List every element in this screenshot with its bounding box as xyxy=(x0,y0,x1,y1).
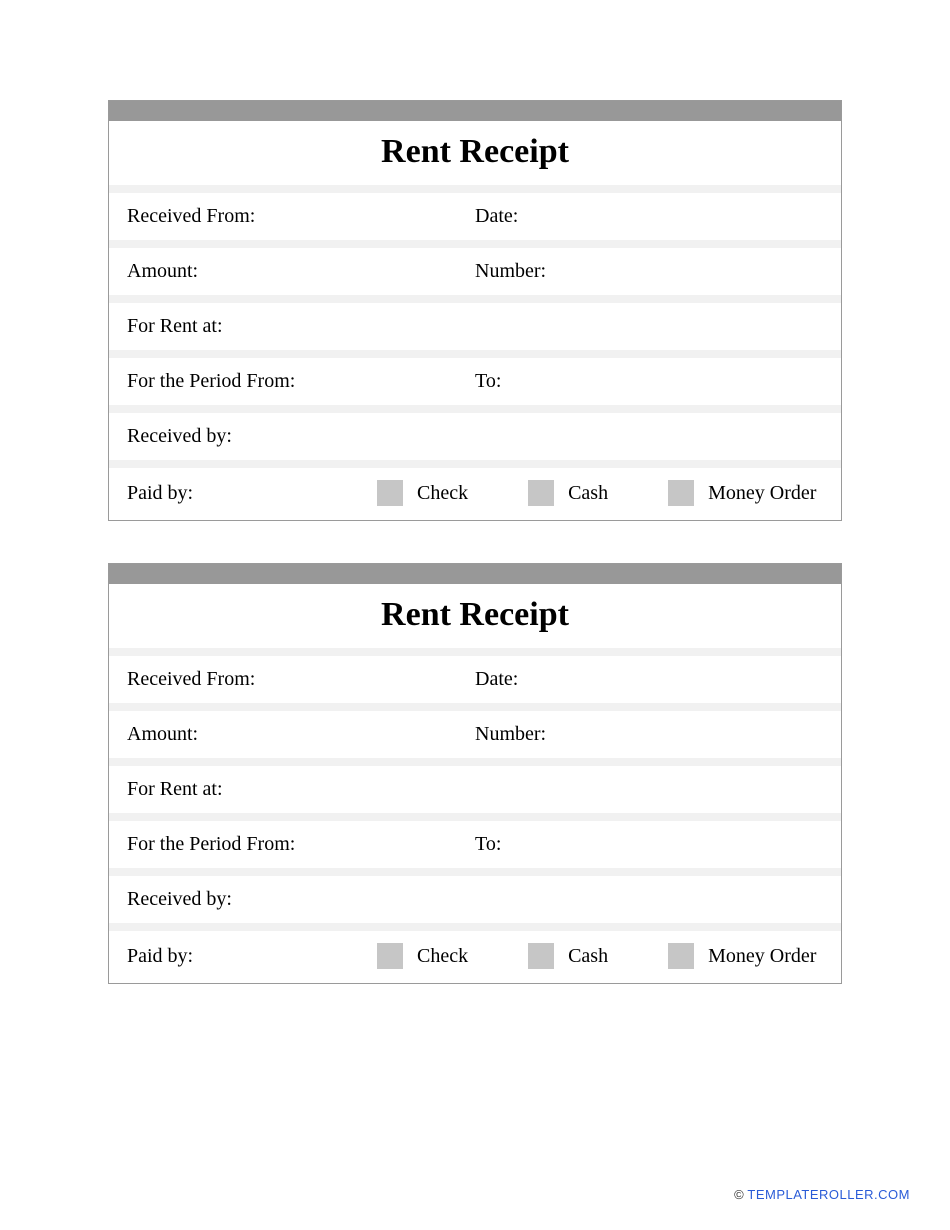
paid-by-label: Paid by: xyxy=(127,482,377,505)
receipt-header-bar xyxy=(109,564,841,584)
row-received-from: Received From: Date: xyxy=(109,193,841,240)
option-money-order-label: Money Order xyxy=(708,945,816,968)
row-gap xyxy=(109,648,841,656)
row-amount: Amount: Number: xyxy=(109,711,841,758)
amount-label: Amount: xyxy=(127,723,475,746)
date-label: Date: xyxy=(475,205,823,228)
received-by-label: Received by: xyxy=(127,888,475,911)
row-amount: Amount: Number: xyxy=(109,248,841,295)
row-received-from: Received From: Date: xyxy=(109,656,841,703)
row-gap xyxy=(109,868,841,876)
checkbox-money-order[interactable] xyxy=(668,480,694,506)
received-from-label: Received From: xyxy=(127,668,475,691)
row-paid-by: Paid by: Check Cash Money Order xyxy=(109,468,841,520)
receipt-title-row: Rent Receipt xyxy=(109,121,841,185)
option-check: Check xyxy=(377,943,468,969)
option-money-order: Money Order xyxy=(668,943,816,969)
row-gap xyxy=(109,185,841,193)
page: Rent Receipt Received From: Date: Amount… xyxy=(0,0,950,984)
row-gap xyxy=(109,923,841,931)
row-gap xyxy=(109,240,841,248)
checkbox-cash[interactable] xyxy=(528,943,554,969)
option-cash-label: Cash xyxy=(568,945,608,968)
for-rent-at-label: For Rent at: xyxy=(127,778,475,801)
option-cash-label: Cash xyxy=(568,482,608,505)
row-gap xyxy=(109,295,841,303)
row-gap xyxy=(109,350,841,358)
rent-receipt: Rent Receipt Received From: Date: Amount… xyxy=(108,563,842,984)
option-check-label: Check xyxy=(417,482,468,505)
receipt-title: Rent Receipt xyxy=(109,133,841,171)
row-received-by: Received by: xyxy=(109,876,841,923)
option-money-order: Money Order xyxy=(668,480,816,506)
receipt-title: Rent Receipt xyxy=(109,596,841,634)
checkbox-money-order[interactable] xyxy=(668,943,694,969)
option-check-label: Check xyxy=(417,945,468,968)
number-label: Number: xyxy=(475,260,823,283)
rent-receipt: Rent Receipt Received From: Date: Amount… xyxy=(108,100,842,521)
period-to-label: To: xyxy=(475,370,823,393)
received-by-label: Received by: xyxy=(127,425,475,448)
option-cash: Cash xyxy=(528,943,608,969)
receipt-title-row: Rent Receipt xyxy=(109,584,841,648)
row-gap xyxy=(109,758,841,766)
received-from-label: Received From: xyxy=(127,205,475,228)
row-for-rent-at: For Rent at: xyxy=(109,766,841,813)
period-from-label: For the Period From: xyxy=(127,833,475,856)
checkbox-cash[interactable] xyxy=(528,480,554,506)
row-gap xyxy=(109,703,841,711)
copyright-symbol: © xyxy=(734,1187,744,1202)
number-label: Number: xyxy=(475,723,823,746)
footer-link[interactable]: TEMPLATEROLLER.COM xyxy=(747,1187,910,1202)
paid-by-label: Paid by: xyxy=(127,945,377,968)
option-cash: Cash xyxy=(528,480,608,506)
period-from-label: For the Period From: xyxy=(127,370,475,393)
date-label: Date: xyxy=(475,668,823,691)
period-to-label: To: xyxy=(475,833,823,856)
checkbox-check[interactable] xyxy=(377,943,403,969)
row-for-rent-at: For Rent at: xyxy=(109,303,841,350)
row-gap xyxy=(109,405,841,413)
option-money-order-label: Money Order xyxy=(708,482,816,505)
row-period: For the Period From: To: xyxy=(109,821,841,868)
checkbox-check[interactable] xyxy=(377,480,403,506)
row-paid-by: Paid by: Check Cash Money Order xyxy=(109,931,841,983)
row-received-by: Received by: xyxy=(109,413,841,460)
row-gap xyxy=(109,460,841,468)
for-rent-at-label: For Rent at: xyxy=(127,315,475,338)
footer: © TEMPLATEROLLER.COM xyxy=(734,1187,910,1202)
row-period: For the Period From: To: xyxy=(109,358,841,405)
option-check: Check xyxy=(377,480,468,506)
receipt-header-bar xyxy=(109,101,841,121)
amount-label: Amount: xyxy=(127,260,475,283)
row-gap xyxy=(109,813,841,821)
